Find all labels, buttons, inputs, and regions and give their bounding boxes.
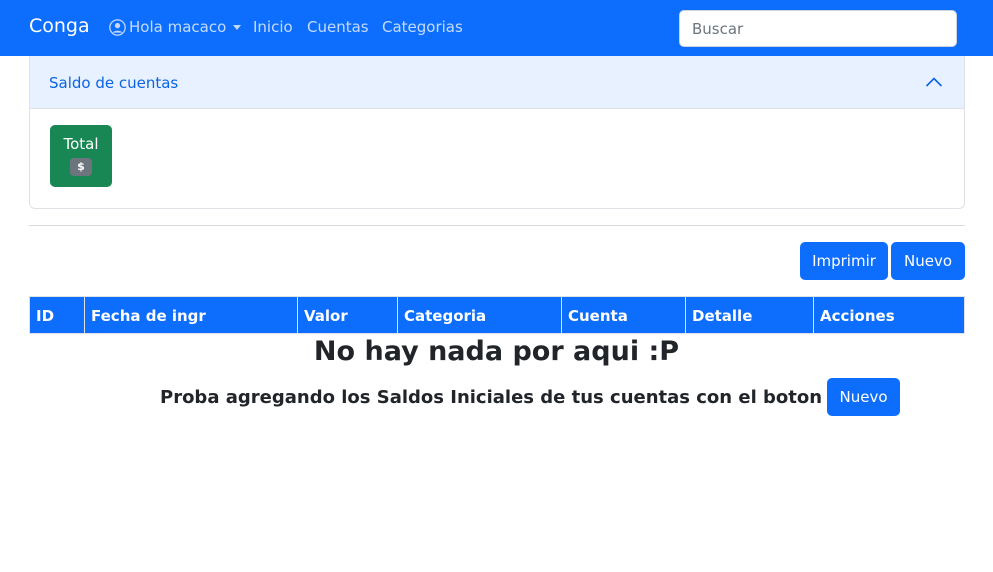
column-header-categoria: Categoria [398, 297, 562, 333]
total-label: Total [63, 135, 99, 153]
empty-state-new-button[interactable]: Nuevo [827, 378, 901, 416]
nav-link-cuentas[interactable]: Cuentas [307, 18, 369, 36]
print-button[interactable]: Imprimir [800, 242, 888, 280]
accordion-title: Saldo de cuentas [49, 74, 179, 92]
user-menu-label: Hola macaco [129, 18, 227, 36]
column-header-valor: Valor [298, 297, 398, 333]
new-button[interactable]: Nuevo [891, 242, 965, 280]
column-header-cuenta: Cuenta [562, 297, 686, 333]
total-balance-card: Total $ [50, 125, 112, 187]
navbar: Conga Hola macaco Inicio Cuentas Categor… [0, 0, 993, 56]
user-menu-dropdown[interactable]: Hola macaco [109, 18, 242, 36]
table-header: ID Fecha de ingr Valor Categoria Cuenta … [29, 296, 965, 334]
nav-link-categorias[interactable]: Categorias [382, 18, 463, 36]
chevron-down-icon [233, 24, 242, 30]
chevron-up-icon [925, 77, 943, 87]
empty-state-message: Proba agregando los Saldos Iniciales de … [160, 386, 823, 408]
column-header-fecha: Fecha de ingr [85, 297, 298, 333]
brand-link[interactable]: Conga [29, 15, 90, 37]
column-header-detalle: Detalle [686, 297, 814, 333]
nav-link-inicio[interactable]: Inicio [253, 18, 293, 36]
user-circle-icon [109, 18, 126, 36]
empty-state-row: Proba agregando los Saldos Iniciales de … [160, 378, 901, 416]
account-balance-accordion: Saldo de cuentas Total $ [29, 56, 965, 209]
empty-state-title: No hay nada por aqui :P [313, 336, 680, 367]
divider [29, 225, 965, 226]
total-amount-badge: $ [70, 158, 92, 176]
column-header-id: ID [30, 297, 85, 333]
column-header-acciones: Acciones [820, 307, 895, 325]
accordion-header[interactable]: Saldo de cuentas [30, 56, 964, 109]
search-input[interactable] [679, 10, 957, 47]
